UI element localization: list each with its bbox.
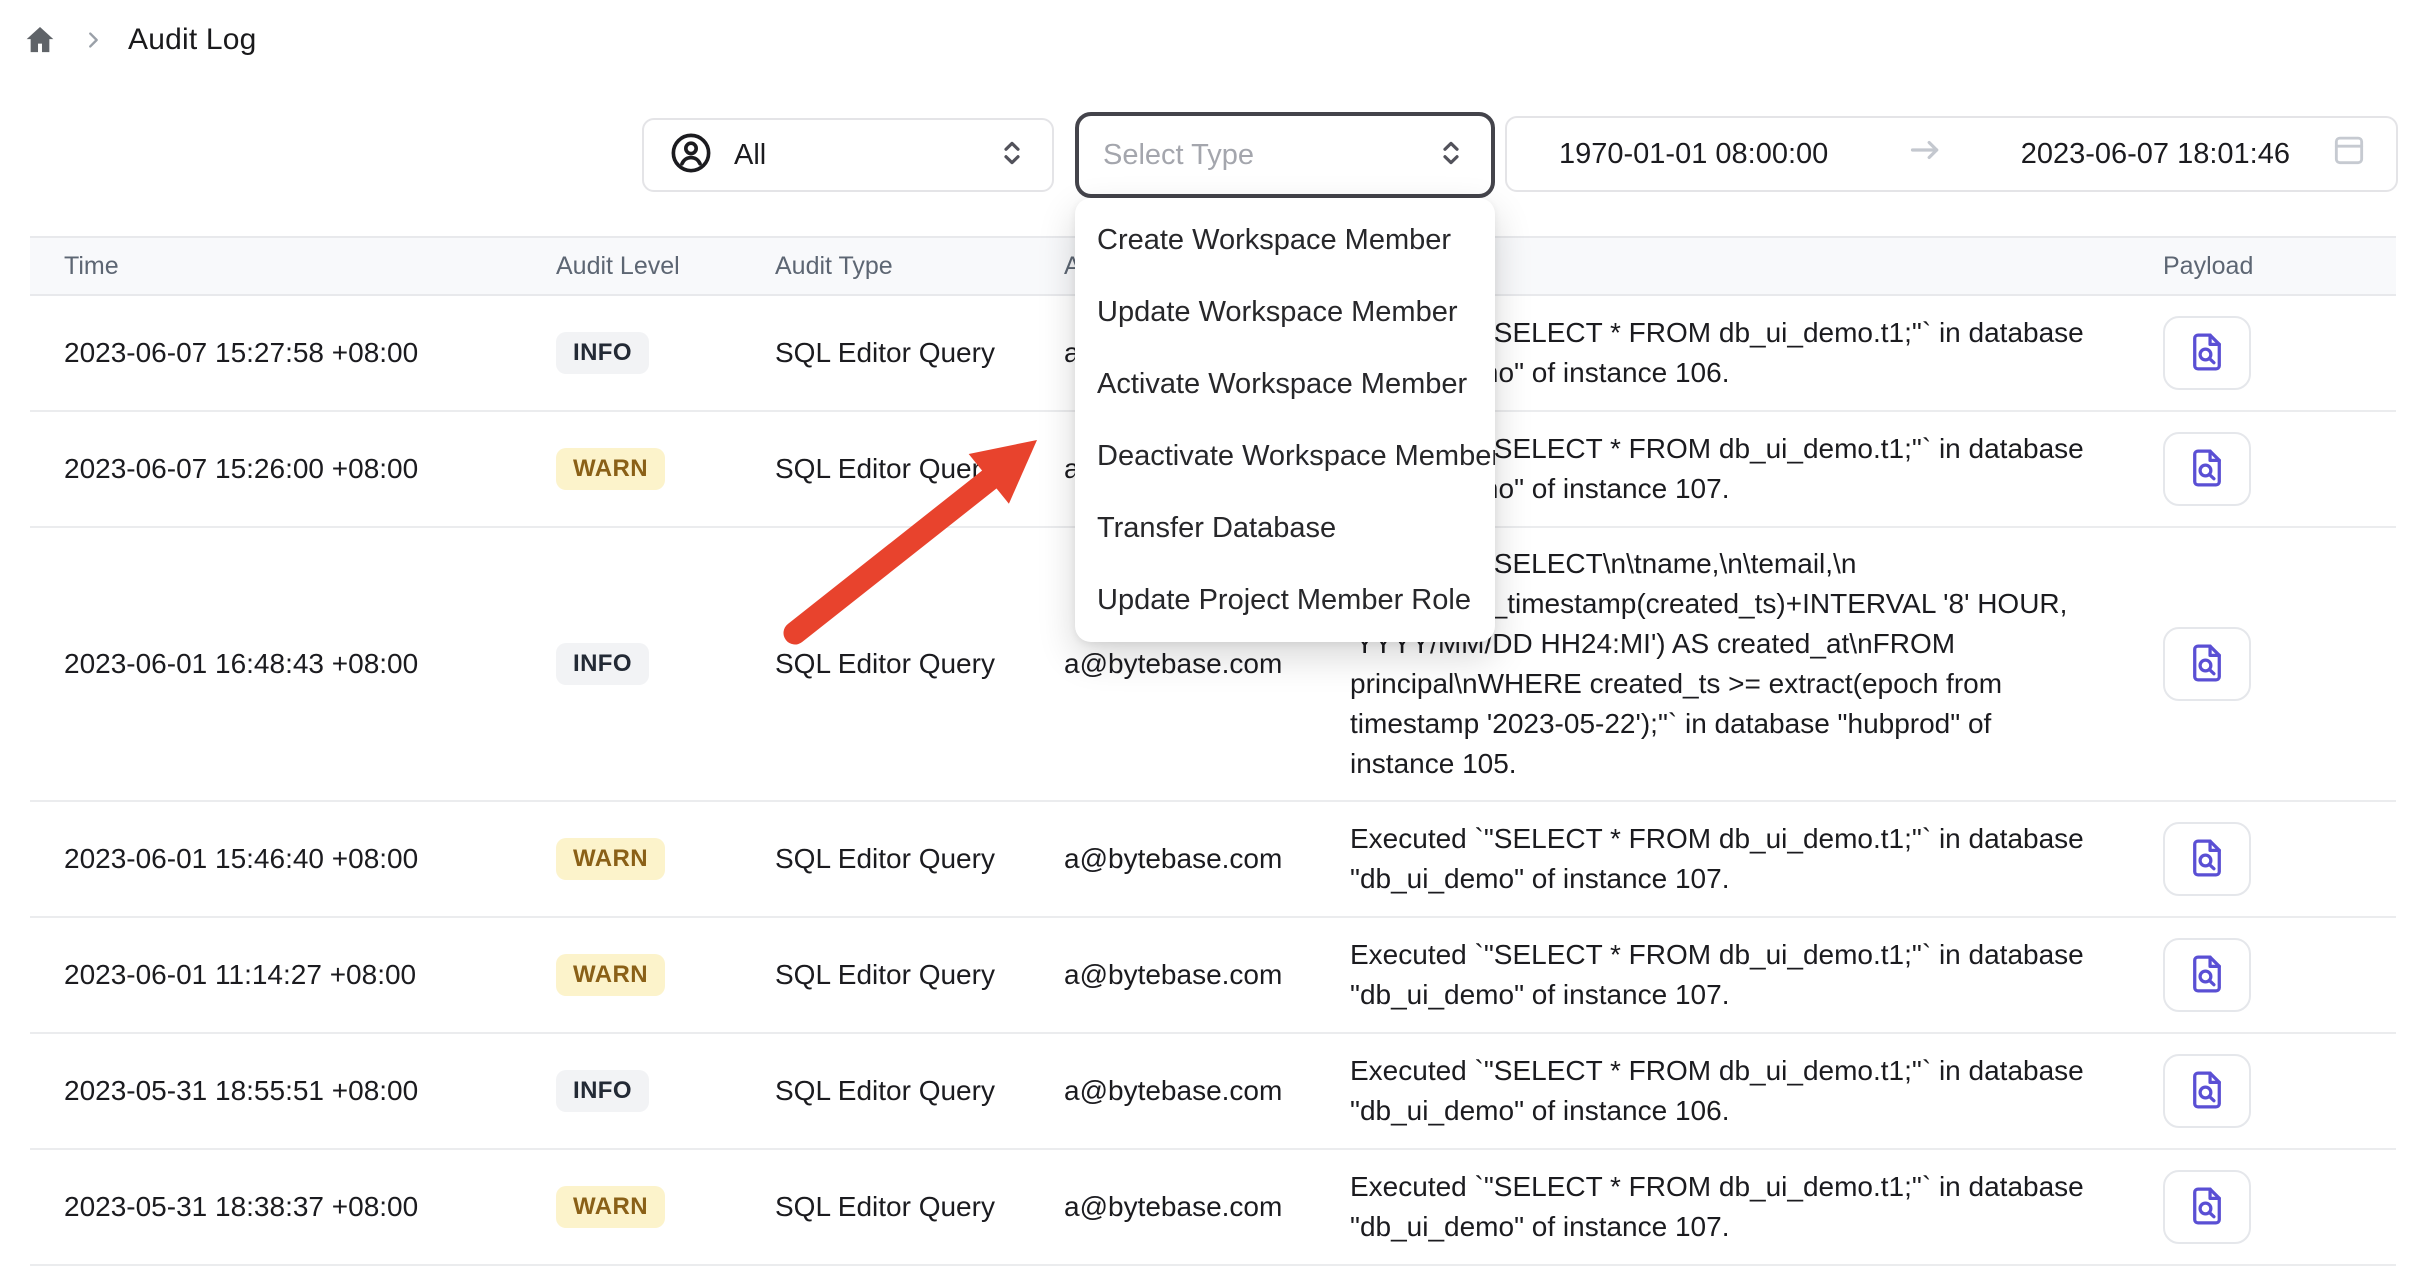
cell-actor: a@bytebase.com [1064,1075,1350,1107]
cell-time: 2023-05-31 18:38:37 +08:00 [30,1191,556,1223]
type-filter-placeholder: Select Type [1103,139,1254,172]
dropdown-item-label: Activate Workspace Member [1097,368,1467,401]
cell-time: 2023-06-01 16:48:43 +08:00 [30,648,556,680]
document-search-icon [2184,1183,2230,1232]
payload-button[interactable] [2163,316,2251,390]
dropdown-item-label: Create Workspace Member [1097,224,1451,257]
chevron-up-down-icon [996,137,1028,174]
payload-button[interactable] [2163,822,2251,896]
home-icon[interactable] [22,22,58,58]
level-badge: INFO [556,1070,649,1112]
dropdown-item-label: Update Project Member Role [1097,584,1471,617]
dropdown-item[interactable]: Create Workspace Member [1075,204,1495,276]
dropdown-item-label: Update Workspace Member [1097,296,1458,329]
user-circle-icon [668,130,714,181]
payload-button[interactable] [2163,1170,2251,1244]
cell-time: 2023-06-07 15:27:58 +08:00 [30,337,556,369]
cell-audit-type: SQL Editor Query [775,1191,1064,1223]
dropdown-item[interactable]: Update Project Member Role [1075,564,1495,636]
cell-actor: a@bytebase.com [1064,1191,1350,1223]
breadcrumb: Audit Log [22,22,257,58]
level-badge: WARN [556,954,665,996]
dropdown-item-label: Transfer Database [1097,512,1336,545]
cell-time: 2023-06-07 15:26:00 +08:00 [30,453,556,485]
cell-audit-type: SQL Editor Query [775,843,1064,875]
document-search-icon [2184,1067,2230,1116]
date-range-end: 2023-06-07 18:01:46 [2021,138,2290,171]
cell-comment: Executed `"SELECT * FROM db_ui_demo.t1;"… [1350,935,2130,1015]
actor-filter-select[interactable]: All [642,118,1054,192]
col-header-audit-level: Audit Level [556,252,775,281]
col-header-time: Time [30,252,556,281]
chevron-right-icon [82,29,104,51]
level-badge: INFO [556,332,649,374]
col-header-audit-type: Audit Type [775,252,1064,281]
cell-time: 2023-06-01 11:14:27 +08:00 [30,959,556,991]
dropdown-item[interactable]: Deactivate Workspace Member [1075,420,1495,492]
payload-button[interactable] [2163,432,2251,506]
level-badge: INFO [556,643,649,685]
cell-audit-type: SQL Editor Query [775,453,1064,485]
payload-button[interactable] [2163,938,2251,1012]
cell-audit-type: SQL Editor Query [775,1075,1064,1107]
comment-line: "db_ui_demo" of instance 107. [1350,859,2130,899]
dropdown-item[interactable]: Activate Workspace Member [1075,348,1495,420]
comment-line: timestamp '2023-05-22');"` in database "… [1350,704,2130,744]
cell-actor: a@bytebase.com [1064,959,1350,991]
dropdown-item[interactable]: Update Workspace Member [1075,276,1495,348]
calendar-icon [2330,131,2368,177]
cell-audit-type: SQL Editor Query [775,648,1064,680]
document-search-icon [2184,640,2230,689]
page-title: Audit Log [128,23,257,57]
comment-line: Executed `"SELECT * FROM db_ui_demo.t1;"… [1350,1051,2130,1091]
cell-comment: Executed `"SELECT * FROM db_ui_demo.t1;"… [1350,1051,2130,1131]
payload-button[interactable] [2163,1054,2251,1128]
actor-filter-value: All [734,139,766,172]
comment-line: Executed `"SELECT * FROM db_ui_demo.t1;"… [1350,1167,2130,1207]
comment-line: Executed `"SELECT * FROM db_ui_demo.t1;"… [1350,819,2130,859]
table-row: 2023-06-01 11:14:27 +08:00 WARN SQL Edit… [30,918,2396,1034]
dropdown-item[interactable]: Transfer Database [1075,492,1495,564]
type-filter-select[interactable]: Select Type [1075,112,1495,198]
type-dropdown: Create Workspace Member Update Workspace… [1075,198,1495,642]
chevron-up-down-icon [1435,137,1467,174]
comment-line: "db_ui_demo" of instance 107. [1350,1207,2130,1247]
dropdown-item-label: Deactivate Workspace Member [1097,440,1495,473]
col-header-payload: Payload [2130,252,2396,281]
payload-button[interactable] [2163,627,2251,701]
table-row: 2023-05-31 18:55:51 +08:00 INFO SQL Edit… [30,1034,2396,1150]
comment-line: principal\nWHERE created_ts >= extract(e… [1350,664,2130,704]
level-badge: WARN [556,838,665,880]
document-search-icon [2184,835,2230,884]
table-row: 2023-05-31 18:38:37 +08:00 WARN SQL Edit… [30,1150,2396,1266]
date-range-picker[interactable]: 1970-01-01 08:00:00 2023-06-07 18:01:46 [1505,116,2398,192]
level-badge: WARN [556,1186,665,1228]
cell-audit-type: SQL Editor Query [775,337,1064,369]
comment-line: instance 105. [1350,744,2130,784]
document-search-icon [2184,329,2230,378]
date-range-start: 1970-01-01 08:00:00 [1559,138,1828,171]
cell-time: 2023-05-31 18:55:51 +08:00 [30,1075,556,1107]
arrow-right-icon [1905,130,1945,178]
document-search-icon [2184,445,2230,494]
comment-line: "db_ui_demo" of instance 106. [1350,1091,2130,1131]
cell-audit-type: SQL Editor Query [775,959,1064,991]
cell-actor: a@bytebase.com [1064,648,1350,680]
comment-line: Executed `"SELECT * FROM db_ui_demo.t1;"… [1350,935,2130,975]
cell-comment: Executed `"SELECT * FROM db_ui_demo.t1;"… [1350,1167,2130,1247]
comment-line: "db_ui_demo" of instance 107. [1350,975,2130,1015]
level-badge: WARN [556,448,665,490]
cell-actor: a@bytebase.com [1064,843,1350,875]
cell-time: 2023-06-01 15:46:40 +08:00 [30,843,556,875]
table-row: 2023-06-01 15:46:40 +08:00 WARN SQL Edit… [30,802,2396,918]
document-search-icon [2184,951,2230,1000]
cell-comment: Executed `"SELECT * FROM db_ui_demo.t1;"… [1350,819,2130,899]
